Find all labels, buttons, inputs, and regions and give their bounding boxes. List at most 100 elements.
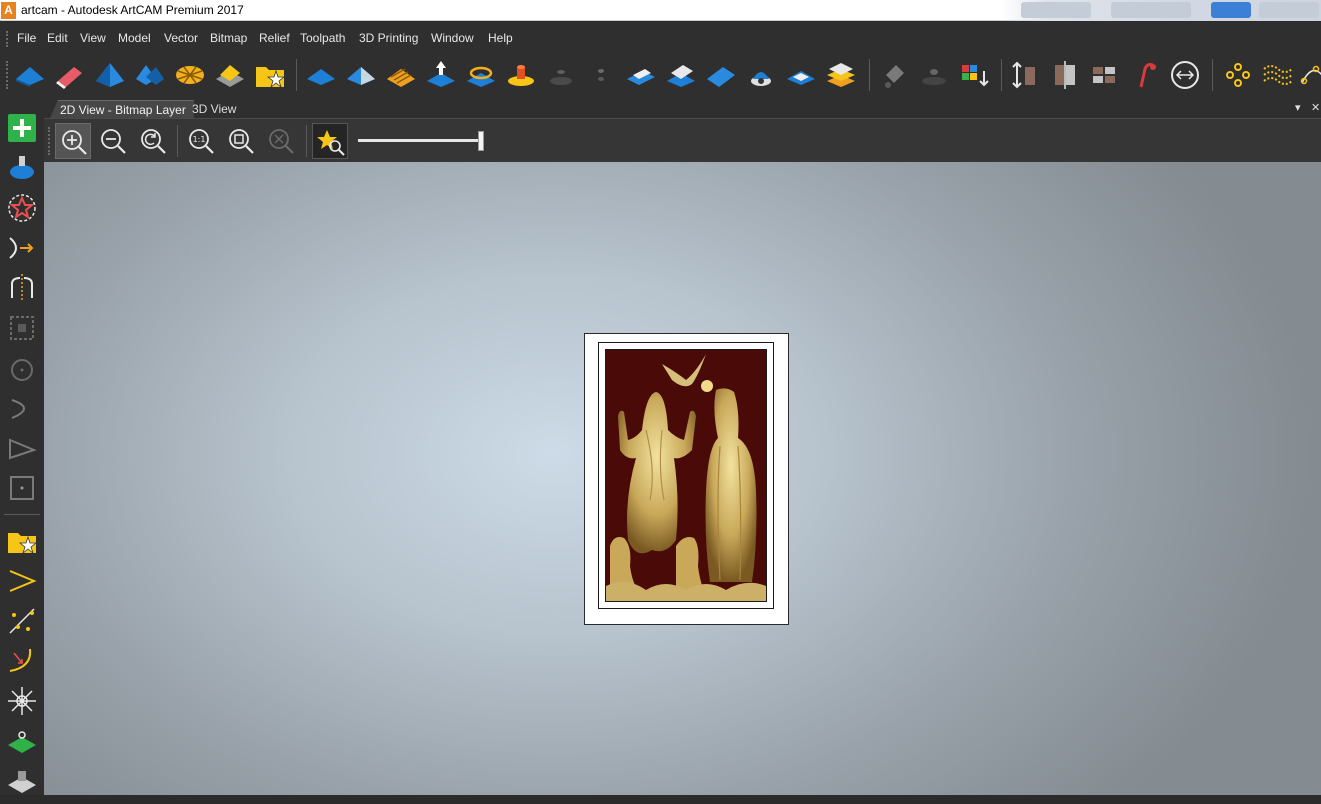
blue-plane-icon[interactable] xyxy=(12,57,48,93)
tab-3d-view[interactable]: 3D View xyxy=(182,100,244,118)
blue-plane-icon[interactable] xyxy=(303,57,339,93)
blue-sheet-icon[interactable] xyxy=(703,57,739,93)
zoom-selection-icon[interactable] xyxy=(263,123,299,159)
node-points-icon[interactable] xyxy=(1220,57,1256,93)
model-boundary xyxy=(598,342,774,609)
green-plane-icon[interactable] xyxy=(4,723,40,759)
blue-ring-icon[interactable] xyxy=(463,57,499,93)
mirror-shape-icon[interactable] xyxy=(4,270,40,306)
fill-bucket-icon[interactable] xyxy=(876,57,912,93)
left-toolbar-separator xyxy=(4,514,40,515)
star-hatch-icon[interactable] xyxy=(4,190,40,226)
menu-relief[interactable]: Relief xyxy=(259,31,290,45)
folder-star-icon[interactable] xyxy=(4,523,40,559)
yellow-stack-icon[interactable] xyxy=(212,57,248,93)
toolbar-separator xyxy=(1001,59,1002,91)
menu-edit[interactable]: Edit xyxy=(47,31,68,45)
layers-gold-icon[interactable] xyxy=(383,57,419,93)
drawing-canvas[interactable] xyxy=(44,162,1321,795)
tile-icon[interactable] xyxy=(1087,57,1123,93)
blue-bottle-icon[interactable] xyxy=(4,150,40,186)
stack-layers-icon[interactable] xyxy=(823,57,859,93)
zoom-fit-icon[interactable] xyxy=(223,123,259,159)
view-toolbar-grip[interactable] xyxy=(48,127,50,155)
zoom-1to1-icon[interactable]: 1:1 xyxy=(183,123,219,159)
circle-arrows-icon[interactable] xyxy=(1167,57,1203,93)
main-toolbar xyxy=(0,53,1321,98)
menu-toolpath[interactable]: Toolpath xyxy=(300,31,345,45)
blue-diamond-icon[interactable] xyxy=(783,57,819,93)
menu-vector[interactable]: Vector xyxy=(164,31,198,45)
zoom-slider-track[interactable] xyxy=(358,139,482,142)
measure-height-icon[interactable] xyxy=(1007,57,1043,93)
orange-button-icon[interactable] xyxy=(503,57,539,93)
blue-split-peak-icon[interactable] xyxy=(132,57,168,93)
dark-disk-icon[interactable] xyxy=(916,57,952,93)
relief-block-icon[interactable] xyxy=(623,57,659,93)
wave-dots-icon[interactable] xyxy=(1260,57,1296,93)
title-bar-controls xyxy=(1001,0,1321,21)
zoom-1to1-label: 1:1 xyxy=(193,135,206,144)
blurred-control[interactable] xyxy=(1211,2,1251,18)
blue-angle-icon[interactable] xyxy=(343,57,379,93)
circle-dot-icon[interactable] xyxy=(4,350,40,386)
menu-window[interactable]: Window xyxy=(431,31,474,45)
relief-wave-icon[interactable] xyxy=(663,57,699,93)
menu-view[interactable]: View xyxy=(80,31,106,45)
tab-2d-view[interactable]: 2D View - Bitmap Layer xyxy=(50,100,194,118)
dome-star-icon[interactable] xyxy=(743,57,779,93)
curve-nodes-icon[interactable] xyxy=(1300,57,1321,93)
menu-3d-printing[interactable]: 3D Printing xyxy=(359,31,418,45)
menu-model[interactable]: Model xyxy=(118,31,151,45)
menu-grip[interactable] xyxy=(6,31,8,47)
blurred-control[interactable] xyxy=(1259,2,1319,18)
lamp-icon[interactable] xyxy=(1127,57,1163,93)
relief-image xyxy=(606,350,766,601)
zoom-previous-icon[interactable] xyxy=(135,123,171,159)
star-burst-icon[interactable] xyxy=(4,683,40,719)
dotted-square-icon[interactable] xyxy=(4,310,40,346)
curve-arrow-icon[interactable] xyxy=(4,230,40,266)
toolbar-separator xyxy=(869,59,870,91)
pin-icon[interactable] xyxy=(583,57,619,93)
model-sheet xyxy=(584,333,789,625)
menu-file[interactable]: File xyxy=(17,31,36,45)
toolbar-separator xyxy=(1212,59,1213,91)
blue-arrow-up-icon[interactable] xyxy=(423,57,459,93)
tab-dropdown-icon[interactable]: ▾ xyxy=(1295,101,1301,114)
color-grid-icon[interactable] xyxy=(956,57,992,93)
mirror-icon[interactable] xyxy=(1047,57,1083,93)
triangle-icon[interactable] xyxy=(4,430,40,466)
window-title: artcam - Autodesk ArtCAM Premium 2017 xyxy=(21,3,244,17)
view-toolbar-separator xyxy=(177,125,178,157)
add-green-icon[interactable] xyxy=(4,110,40,146)
view-toolbar: 1:1 xyxy=(44,118,1321,162)
square-point-icon[interactable] xyxy=(4,470,40,506)
view-toolbar-separator xyxy=(306,125,307,157)
curve-down-icon[interactable] xyxy=(4,643,40,679)
blurred-control[interactable] xyxy=(1111,2,1191,18)
zoom-slider-thumb[interactable] xyxy=(478,131,484,151)
scatter-icon[interactable] xyxy=(4,603,40,639)
eraser-icon[interactable] xyxy=(52,57,88,93)
zoom-in-icon[interactable] xyxy=(55,123,91,159)
folder-star-icon[interactable] xyxy=(252,57,288,93)
zoom-out-icon[interactable] xyxy=(95,123,131,159)
app-logo: A xyxy=(1,2,16,19)
toolbar-separator xyxy=(296,59,297,91)
menu-bitmap[interactable]: Bitmap xyxy=(210,31,247,45)
tab-close-icon[interactable]: ✕ xyxy=(1311,101,1320,114)
blurred-control[interactable] xyxy=(1021,2,1091,18)
blue-peak-icon[interactable] xyxy=(92,57,128,93)
relief-bitmap xyxy=(605,349,767,602)
chevron-vector-icon[interactable] xyxy=(4,563,40,599)
favorite-search-icon[interactable] xyxy=(312,123,348,159)
left-toolbar xyxy=(0,98,44,795)
weave-icon[interactable] xyxy=(172,57,208,93)
machine-icon[interactable] xyxy=(4,763,40,799)
title-bar: A artcam - Autodesk ArtCAM Premium 2017 xyxy=(0,0,1321,21)
small-disk-icon[interactable] xyxy=(543,57,579,93)
arc-icon[interactable] xyxy=(4,390,40,426)
toolbar-grip[interactable] xyxy=(6,61,8,89)
menu-help[interactable]: Help xyxy=(488,31,513,45)
